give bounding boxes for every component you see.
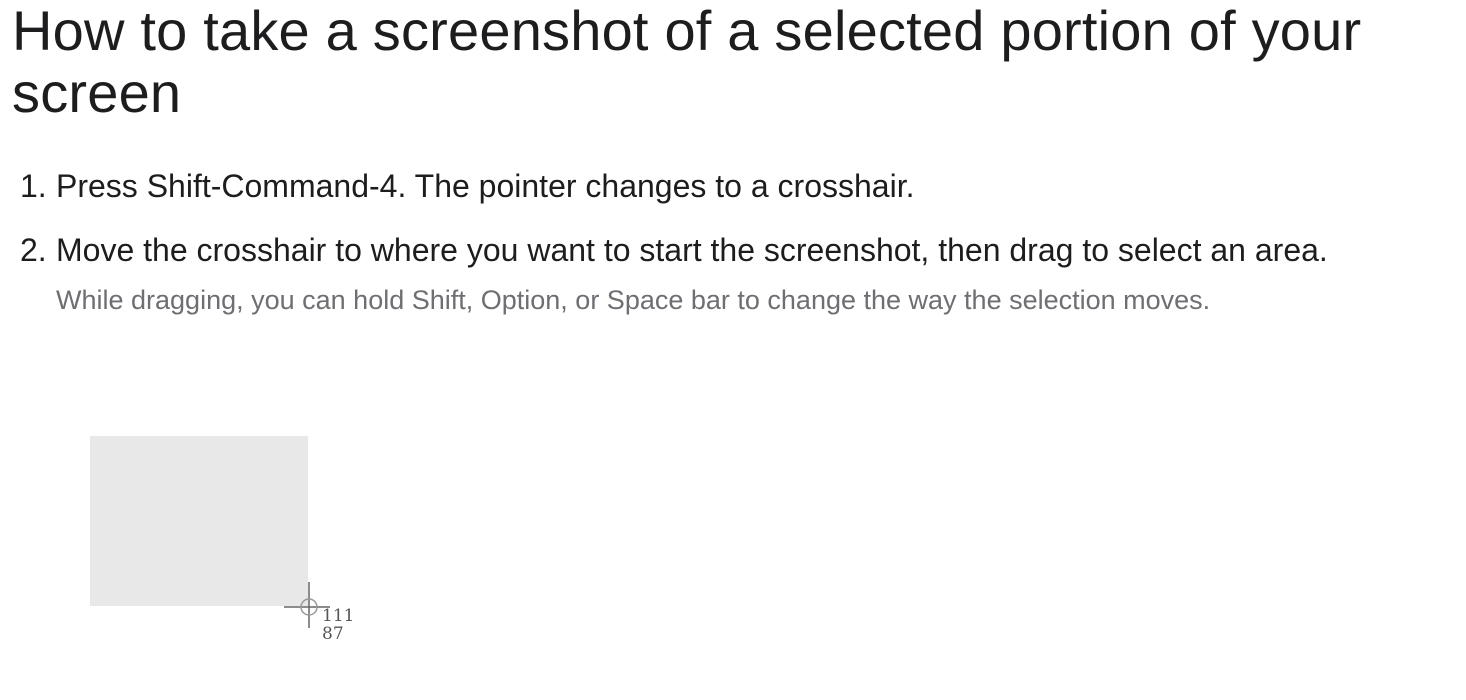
readout-width: 111 bbox=[322, 606, 355, 626]
page-title: How to take a screenshot of a selected p… bbox=[12, 0, 1362, 124]
step-2: 2. Move the crosshair to where you want … bbox=[0, 224, 1440, 276]
step-1-text: Press Shift-Command-4. The pointer chang… bbox=[56, 168, 915, 204]
dimension-readout: 111 87 bbox=[322, 607, 354, 643]
step-1-number: 1. bbox=[20, 168, 47, 204]
steps-list: 1. Press Shift-Command-4. The pointer ch… bbox=[0, 160, 1440, 318]
step-2-note: While dragging, you can hold Shift, Opti… bbox=[56, 285, 1211, 315]
selection-illustration: 111 87 bbox=[90, 436, 390, 656]
selection-area bbox=[90, 436, 308, 606]
readout-height: 87 bbox=[322, 624, 344, 644]
step-2-text: Move the crosshair to where you want to … bbox=[56, 232, 1328, 268]
step-2-number: 2. bbox=[20, 232, 47, 268]
step-1: 1. Press Shift-Command-4. The pointer ch… bbox=[0, 160, 1440, 212]
